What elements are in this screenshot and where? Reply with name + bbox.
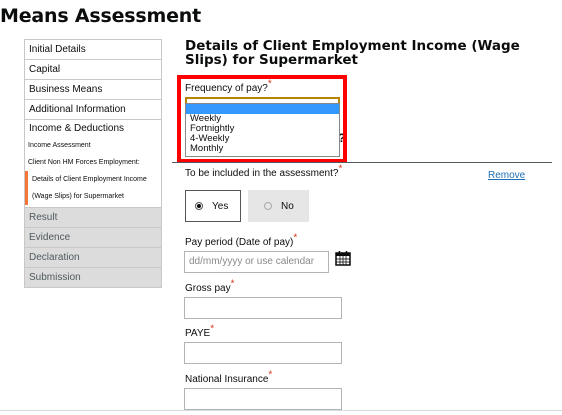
- calendar-icon[interactable]: [335, 250, 351, 266]
- page-bottom-divider: [0, 410, 562, 411]
- paye-input[interactable]: [184, 342, 342, 364]
- sidebar-subitem-employment-income[interactable]: Details of Client Employment Income: [25, 171, 161, 188]
- pay-period-label: Pay period (Date of pay)*: [185, 233, 297, 248]
- radio-no-label: No: [281, 200, 294, 212]
- sidebar-item-evidence: Evidence: [25, 228, 161, 248]
- gross-pay-label-text: Gross pay: [185, 283, 231, 294]
- highlight-frame: [177, 75, 347, 163]
- sidebar-nav: Initial Details Capital Business Means A…: [24, 39, 162, 288]
- sidebar-item-business-means[interactable]: Business Means: [25, 80, 161, 100]
- sidebar-item-result: Result: [25, 208, 161, 228]
- gross-pay-label: Gross pay*: [185, 279, 234, 294]
- required-marker: *: [268, 369, 273, 381]
- sidebar-item-additional-information[interactable]: Additional Information: [25, 100, 161, 120]
- radio-selected-icon: [195, 202, 203, 210]
- sidebar-item-initial-details[interactable]: Initial Details: [25, 40, 161, 60]
- sidebar-item-submission: Submission: [25, 268, 161, 288]
- pay-period-label-text: Pay period (Date of pay): [185, 237, 294, 248]
- national-insurance-label: National Insurance*: [185, 370, 272, 385]
- radio-no[interactable]: No: [248, 190, 309, 222]
- required-marker: *: [338, 163, 343, 175]
- national-insurance-input[interactable]: [184, 388, 342, 410]
- sidebar-subitem-income-assessment[interactable]: Income Assessment: [25, 137, 161, 154]
- pay-period-input[interactable]: dd/mm/yyyy or use calendar: [184, 251, 329, 273]
- sidebar-group-income-deductions: Income & Deductions Income Assessment Cl…: [25, 120, 161, 208]
- sidebar-subitem-client-employment[interactable]: Client Non HM Forces Employment:: [25, 154, 161, 171]
- national-insurance-label-text: National Insurance: [185, 374, 269, 385]
- sidebar-item-capital[interactable]: Capital: [25, 60, 161, 80]
- required-marker: *: [210, 323, 215, 335]
- sidebar-subitem-wage-slips[interactable]: (Wage Slips) for Supermarket: [25, 188, 161, 205]
- radio-yes[interactable]: Yes: [185, 190, 241, 222]
- gross-pay-input[interactable]: [184, 297, 342, 319]
- paye-label: PAYE*: [185, 324, 214, 339]
- paye-label-text: PAYE: [185, 328, 211, 339]
- required-marker: *: [230, 278, 235, 290]
- radio-unselected-icon: [264, 202, 272, 210]
- radio-yes-label: Yes: [212, 200, 229, 212]
- sidebar-item-declaration: Declaration: [25, 248, 161, 268]
- required-marker: *: [293, 232, 298, 244]
- included-label-text: To be included in the assessment?: [185, 168, 339, 179]
- section-divider: [172, 162, 552, 163]
- included-label: To be included in the assessment?*: [185, 164, 342, 179]
- sidebar-item-income-deductions[interactable]: Income & Deductions: [29, 122, 161, 136]
- remove-link[interactable]: Remove: [488, 170, 525, 181]
- page-title: Means Assessment: [0, 5, 201, 27]
- section-title: Details of Client Employment Income (Wag…: [185, 38, 520, 68]
